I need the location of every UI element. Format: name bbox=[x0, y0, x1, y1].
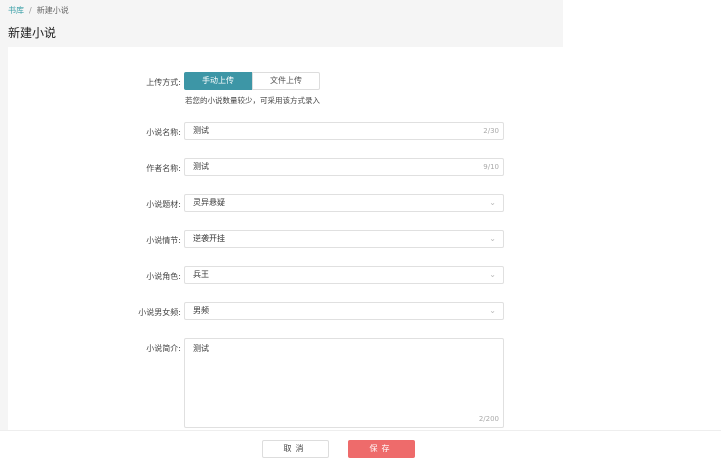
file-upload-tab[interactable]: 文件上传 bbox=[252, 72, 320, 90]
chevron-down-icon: ⌄ bbox=[489, 198, 496, 207]
gender-select[interactable]: 男频 ⌄ bbox=[184, 302, 504, 320]
plot-select[interactable]: 逆袭开挂 ⌄ bbox=[184, 230, 504, 248]
breadcrumb-current: 新建小说 bbox=[36, 6, 69, 15]
name-label: 小说名称: bbox=[146, 128, 181, 137]
chevron-down-icon: ⌄ bbox=[489, 270, 496, 279]
theme-value: 灵异悬疑 bbox=[193, 198, 225, 207]
author-value: 测试 bbox=[193, 162, 209, 171]
role-select[interactable]: 兵王 ⌄ bbox=[184, 266, 504, 284]
intro-textarea[interactable]: 测试 2/200 bbox=[184, 338, 504, 428]
plot-label: 小说情节: bbox=[146, 236, 181, 245]
role-value: 兵王 bbox=[193, 270, 209, 279]
plot-value: 逆袭开挂 bbox=[193, 234, 225, 243]
save-button[interactable]: 保存 bbox=[348, 440, 415, 458]
author-label: 作者名称: bbox=[146, 164, 181, 173]
author-input[interactable]: 测试 9/10 bbox=[184, 158, 504, 176]
theme-select[interactable]: 灵异悬疑 ⌄ bbox=[184, 194, 504, 212]
upload-hint: 若您的小说数量较少，可采用该方式录入 bbox=[185, 96, 320, 105]
intro-label: 小说简介: bbox=[146, 344, 181, 353]
cancel-button[interactable]: 取消 bbox=[262, 440, 329, 458]
intro-value: 测试 bbox=[193, 344, 209, 353]
breadcrumb-separator: / bbox=[29, 6, 32, 15]
name-input[interactable]: 测试 2/30 bbox=[184, 122, 504, 140]
chevron-down-icon: ⌄ bbox=[489, 234, 496, 243]
intro-count: 2/200 bbox=[478, 415, 499, 423]
name-count: 2/30 bbox=[483, 127, 499, 135]
breadcrumb-root-link[interactable]: 书库 bbox=[8, 6, 24, 15]
page-title: 新建小说 bbox=[8, 26, 57, 40]
upload-label: 上传方式: bbox=[146, 78, 181, 87]
gender-label: 小说男女频: bbox=[138, 308, 181, 317]
name-value: 测试 bbox=[193, 126, 209, 135]
upload-mode-toggle: 手动上传 文件上传 bbox=[184, 72, 320, 90]
breadcrumb: 书库 / 新建小说 bbox=[8, 5, 69, 16]
author-count: 9/10 bbox=[483, 163, 499, 171]
gender-value: 男频 bbox=[193, 306, 209, 315]
chevron-down-icon: ⌄ bbox=[489, 306, 496, 315]
role-label: 小说角色: bbox=[146, 272, 181, 281]
manual-upload-tab[interactable]: 手动上传 bbox=[184, 72, 252, 90]
theme-label: 小说题材: bbox=[146, 200, 181, 209]
